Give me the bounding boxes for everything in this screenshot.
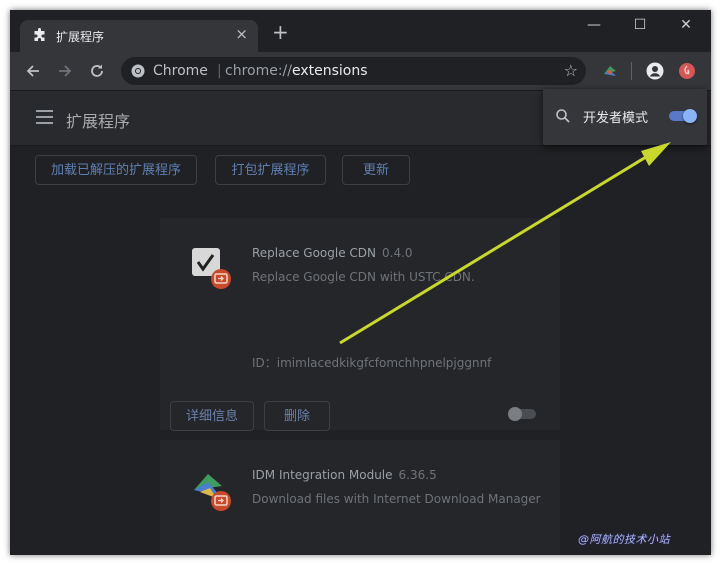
new-tab-button[interactable]: +	[272, 22, 289, 42]
extension-red-icon[interactable]	[678, 62, 696, 80]
bookmark-star-icon[interactable]: ☆	[564, 61, 578, 80]
browser-window: 扩展程序 × + — ☐ ✕ Chrome | chrome://extensi…	[10, 10, 711, 555]
extension-version: 6.36.5	[398, 468, 437, 482]
extension-description: Replace Google CDN with USTC CDN.	[252, 270, 475, 284]
forward-icon[interactable]	[55, 61, 75, 81]
extension-description: Download files with Internet Download Ma…	[252, 492, 541, 506]
close-window-button[interactable]: ✕	[663, 12, 709, 40]
site-label: Chrome	[153, 63, 208, 79]
extension-enable-toggle[interactable]	[508, 407, 538, 421]
tab-extensions[interactable]: 扩展程序 ×	[20, 20, 258, 52]
details-button[interactable]: 详细信息	[170, 401, 254, 431]
chrome-icon	[131, 64, 145, 78]
load-unpacked-button[interactable]: 加载已解压的扩展程序	[35, 155, 197, 185]
tab-title: 扩展程序	[56, 30, 105, 44]
extension-id: ID：imimlacedkikgfcfomchhpnelpjggnnf	[252, 356, 492, 370]
hamburger-menu-icon[interactable]	[36, 110, 53, 124]
remove-button[interactable]: 删除	[264, 401, 330, 431]
profile-avatar-icon[interactable]	[646, 62, 664, 80]
pack-extension-button[interactable]: 打包扩展程序	[215, 155, 326, 185]
toolbar: Chrome | chrome://extensions ☆	[10, 52, 711, 91]
tab-strip: 扩展程序 × + — ☐ ✕	[10, 10, 711, 52]
extension-card: IDM Integration Module 6.36.5 Download fi…	[160, 440, 560, 555]
back-icon[interactable]	[23, 61, 43, 81]
extension-card: Replace Google CDN 0.4.0 Replace Google C…	[160, 218, 560, 431]
url-text: chrome://extensions	[225, 63, 368, 79]
url-separator: |	[217, 63, 222, 79]
developer-mode-toggle[interactable]	[667, 109, 697, 123]
tab-close-icon[interactable]: ×	[235, 25, 248, 43]
watermark: @阿航的技术小站	[578, 533, 670, 546]
developer-mode-label: 开发者模式	[583, 111, 649, 126]
toggle-knob	[508, 407, 522, 421]
extension-name: Replace Google CDN 0.4.0	[252, 246, 413, 260]
extension-name: IDM Integration Module 6.36.5	[252, 468, 437, 482]
puzzle-icon	[34, 28, 45, 41]
page-title: 扩展程序	[66, 112, 131, 131]
extension-idm-icon[interactable]	[601, 62, 619, 80]
toolbar-divider	[631, 62, 632, 80]
search-icon[interactable]	[555, 108, 571, 124]
maximize-button[interactable]: ☐	[617, 12, 663, 40]
developer-mode-panel: 开发者模式	[543, 89, 707, 145]
idm-extension-icon	[194, 474, 231, 511]
extension-version: 0.4.0	[382, 246, 413, 260]
update-button[interactable]: 更新	[342, 155, 410, 185]
address-bar[interactable]: Chrome | chrome://extensions ☆	[121, 57, 586, 85]
minimize-button[interactable]: —	[571, 12, 617, 40]
toggle-knob	[683, 109, 697, 123]
reload-icon[interactable]	[87, 61, 107, 81]
checkmark-extension-icon	[192, 248, 231, 289]
